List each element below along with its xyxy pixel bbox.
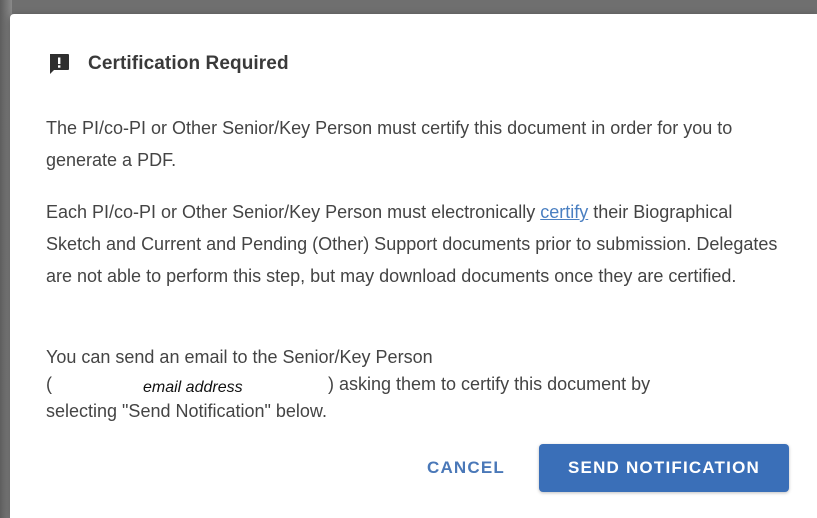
alert-feedback-icon: [47, 52, 71, 76]
dialog-message-send-email: You can send an email to the Senior/Key …: [46, 344, 786, 425]
cancel-button[interactable]: CANCEL: [413, 448, 519, 488]
instructions-text-start: Each PI/co-PI or Other Senior/Key Person…: [46, 202, 541, 222]
certify-link[interactable]: certify: [540, 202, 588, 222]
dialog-message-certify-required: The PI/co-PI or Other Senior/Key Person …: [46, 118, 733, 170]
open-paren: (: [46, 374, 52, 394]
email-line-1: You can send an email to the Senior/Key …: [46, 347, 433, 367]
dialog-header: Certification Required: [47, 52, 289, 76]
dialog-title: Certification Required: [88, 53, 289, 74]
certification-dialog: Certification Required The PI/co-PI or O…: [10, 14, 817, 518]
email-line-2: ( email address ) asking them to certify t…: [46, 371, 786, 398]
dialog-actions: CANCEL SEND NOTIFICATION: [413, 444, 789, 492]
backdrop: [0, 0, 817, 14]
email-address-text: email address: [143, 379, 243, 396]
send-notification-button[interactable]: SEND NOTIFICATION: [539, 444, 789, 492]
email-line-3: selecting "Send Notification" below.: [46, 401, 327, 421]
dialog-message-certify-instructions: Each PI/co-PI or Other Senior/Key Person…: [46, 196, 786, 292]
email-line-2-rest: ) asking them to certify this document b…: [328, 374, 651, 394]
